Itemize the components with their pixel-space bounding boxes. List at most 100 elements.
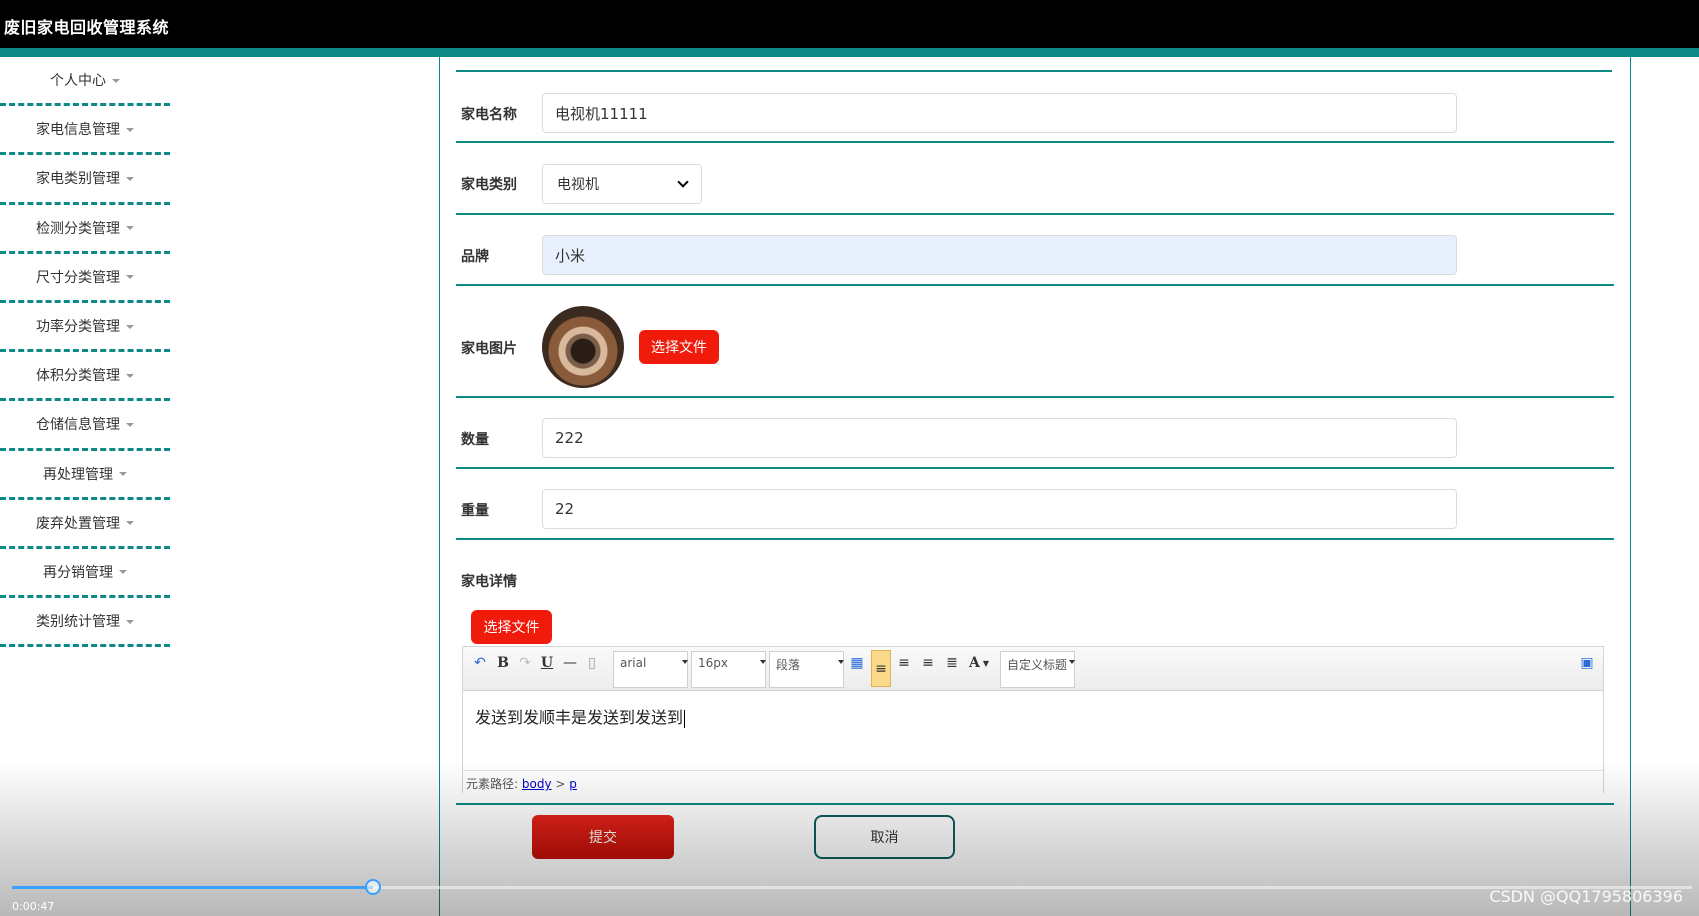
appliance-image — [542, 306, 624, 388]
sidebar-item-volume-category[interactable]: 体积分类管理 — [0, 352, 170, 402]
text-cursor — [684, 709, 686, 728]
sidebar-item-label: 尺寸分类管理 — [36, 269, 120, 286]
progress-fill — [12, 886, 373, 889]
table-icon[interactable]: ▦ — [849, 653, 865, 673]
underline-button[interactable]: U — [540, 653, 554, 673]
divider — [456, 284, 1614, 286]
sidebar-item-label: 检测分类管理 — [36, 220, 120, 237]
progress-handle[interactable] — [365, 879, 381, 895]
sidebar-item-label: 类别统计管理 — [36, 614, 120, 631]
category-selected-value: 电视机 — [557, 177, 599, 193]
sidebar-item-label: 再分销管理 — [43, 564, 113, 581]
editor-text: 发送到发顺丰是发送到发送到 — [475, 708, 684, 727]
divider — [456, 141, 1614, 143]
detail-upload-button[interactable]: 选择文件 — [471, 610, 552, 644]
caret-down-icon — [126, 275, 134, 280]
sidebar-item-redistribution[interactable]: 再分销管理 — [0, 549, 170, 599]
element-path-p-link[interactable]: p — [569, 777, 577, 791]
category-label: 家电类别 — [461, 177, 517, 193]
app-title: 废旧家电回收管理系统 — [4, 18, 170, 37]
image-label: 家电图片 — [461, 341, 517, 357]
align-justify-icon[interactable]: ≣ — [944, 653, 960, 673]
paragraph-value: 段落 — [776, 658, 801, 672]
caret-down-icon — [126, 226, 134, 231]
caret-down-icon — [126, 619, 134, 624]
font-color-button[interactable]: A ▼ — [968, 653, 990, 673]
sidebar-item-personal-center[interactable]: 个人中心 — [0, 57, 170, 107]
category-select[interactable]: 电视机 — [542, 164, 702, 204]
top-bar: 废旧家电回收管理系统 — [0, 0, 1699, 48]
chevron-down-icon — [677, 176, 689, 188]
sidebar-item-label: 体积分类管理 — [36, 368, 120, 385]
editor-content[interactable]: 发送到发顺丰是发送到发送到 — [475, 704, 686, 728]
font-family-select[interactable]: arial — [613, 651, 688, 688]
sidebar-item-appliance-info[interactable]: 家电信息管理 — [0, 106, 170, 156]
undo-icon[interactable]: ↶ — [472, 653, 488, 673]
font-size-value: 16px — [698, 656, 728, 670]
divider — [456, 467, 1614, 469]
image-upload-button[interactable]: 选择文件 — [639, 330, 719, 364]
caret-down-icon — [126, 521, 134, 526]
caret-down-icon — [119, 472, 127, 477]
element-path-bar: 元素路径: body > p — [463, 770, 1603, 793]
paragraph-select[interactable]: 段落 — [769, 651, 844, 688]
sidebar-item-storage-info[interactable]: 仓储信息管理 — [0, 401, 170, 451]
submit-button[interactable]: 提交 — [532, 815, 674, 859]
detail-label: 家电详情 — [461, 574, 517, 590]
align-center-icon[interactable]: ≡ — [920, 653, 936, 673]
divider — [456, 396, 1614, 398]
sidebar-item-appliance-category[interactable]: 家电类别管理 — [0, 155, 170, 205]
accent-strip — [0, 48, 1699, 57]
sidebar-item-category-stats[interactable]: 类别统计管理 — [0, 598, 170, 648]
sidebar-item-label: 个人中心 — [50, 73, 106, 90]
name-input[interactable]: 电视机11111 — [542, 93, 1457, 133]
divider — [456, 213, 1614, 215]
align-left-icon[interactable]: ≡ — [871, 650, 891, 687]
caret-down-icon — [126, 176, 134, 181]
dropdown-arrow-icon — [760, 660, 766, 664]
preview-icon[interactable]: ▣ — [1579, 653, 1595, 673]
sidebar-item-label: 再处理管理 — [43, 466, 113, 483]
sidebar-item-power-category[interactable]: 功率分类管理 — [0, 303, 170, 353]
quantity-label: 数量 — [461, 432, 489, 448]
sidebar: 个人中心 家电信息管理 家电类别管理 检测分类管理 尺寸分类管理 功率分类管理 … — [0, 57, 170, 648]
sidebar-item-inspection-category[interactable]: 检测分类管理 — [0, 205, 170, 254]
font-size-select[interactable]: 16px — [691, 651, 766, 688]
dropdown-arrow-icon — [838, 660, 844, 664]
align-right-icon[interactable]: ≡ — [896, 653, 912, 673]
caret-down-icon — [126, 422, 134, 427]
brand-label: 品牌 — [461, 249, 489, 265]
bold-button[interactable]: B — [496, 653, 510, 673]
page-icon[interactable]: ▯ — [585, 653, 599, 673]
divider — [456, 70, 1612, 72]
dropdown-arrow-icon — [1069, 660, 1075, 664]
element-path-label: 元素路径: — [466, 777, 519, 791]
caret-down-icon — [119, 570, 127, 575]
playback-time: 0:00:47 — [12, 900, 55, 913]
sidebar-item-label: 家电信息管理 — [36, 122, 120, 139]
brand-input[interactable]: 小米 — [542, 235, 1457, 275]
sidebar-item-label: 功率分类管理 — [36, 319, 120, 336]
sidebar-item-disposal[interactable]: 废弃处置管理 — [0, 500, 170, 549]
watermark: CSDN @QQ1795806396 — [1489, 887, 1683, 906]
divider — [456, 538, 1614, 540]
horizontal-rule-icon[interactable]: — — [562, 653, 578, 673]
sidebar-item-reprocessing[interactable]: 再处理管理 — [0, 451, 170, 500]
custom-title-select[interactable]: 自定义标题 — [1000, 651, 1075, 688]
weight-input[interactable]: 22 — [542, 489, 1457, 529]
redo-icon[interactable]: ↷ — [518, 653, 532, 673]
dropdown-arrow-icon — [682, 660, 688, 664]
sidebar-item-size-category[interactable]: 尺寸分类管理 — [0, 254, 170, 303]
cancel-button[interactable]: 取消 — [814, 815, 955, 859]
caret-down-icon — [126, 373, 134, 378]
form-panel: 家电名称 电视机11111 家电类别 电视机 品牌 小米 家电图片 选择文件 数… — [439, 57, 1631, 916]
quantity-input[interactable]: 222 — [542, 418, 1457, 458]
element-path-separator: > — [555, 777, 566, 791]
caret-down-icon — [112, 78, 120, 83]
font-family-value: arial — [620, 656, 647, 670]
sidebar-item-label: 废弃处置管理 — [36, 515, 120, 532]
element-path-body-link[interactable]: body — [522, 777, 552, 791]
sidebar-item-label: 仓储信息管理 — [36, 417, 120, 434]
name-label: 家电名称 — [461, 107, 517, 123]
divider — [456, 803, 1614, 805]
